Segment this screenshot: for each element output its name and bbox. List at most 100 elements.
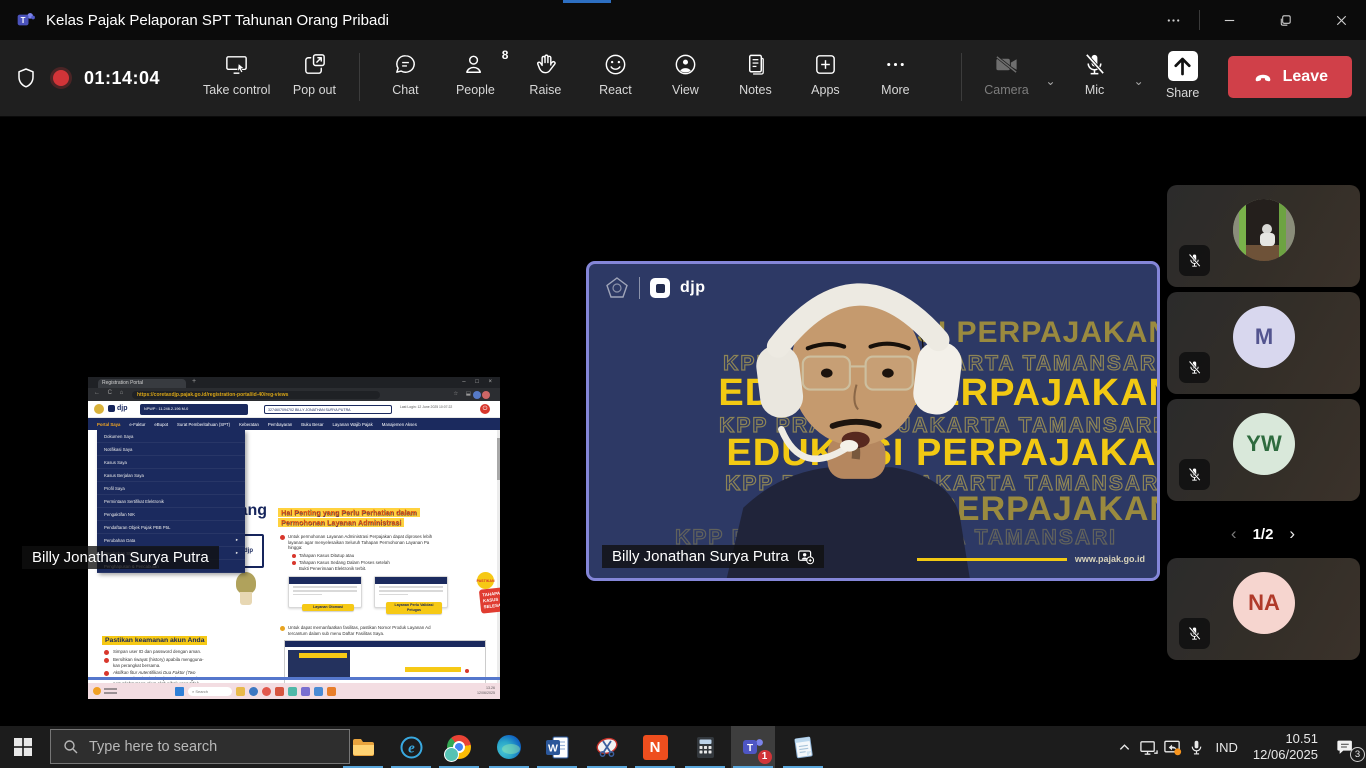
mic-muted-indicator: [1179, 459, 1210, 490]
shared-desktop-taskbar: ⌕ Search 13.26 12/06/2025: [88, 683, 500, 699]
meeting-timer: 01:14:04: [84, 68, 160, 89]
teams-notification-badge: 1: [758, 750, 772, 764]
tray-time: 10.51: [1285, 731, 1318, 746]
svg-text:T: T: [746, 743, 752, 754]
taskbar-app-edge[interactable]: [487, 726, 531, 768]
edge-icon: [497, 735, 522, 760]
notes-button[interactable]: Notes: [720, 49, 790, 99]
taskbar-app-notepad[interactable]: [781, 726, 825, 768]
participant-tile-yw[interactable]: YW: [1167, 399, 1360, 501]
taskbar-app-snipping-tool[interactable]: [585, 726, 629, 768]
search-placeholder: Type here to search: [89, 739, 217, 755]
taskbar-app-word[interactable]: W: [535, 726, 579, 768]
react-button[interactable]: React: [580, 49, 650, 99]
camera-options-chevron[interactable]: ⌄: [1042, 74, 1060, 88]
teams-meeting-window: T Kelas Pajak Pelaporan SPT Tahunan Oran…: [0, 0, 1366, 768]
camera-button[interactable]: Camera: [972, 49, 1042, 99]
svg-text:T: T: [21, 16, 26, 25]
bullet-1-marker: [280, 535, 285, 540]
djp-site-header: djp NPWP : 11.246.2-196 M-0 327460709470…: [88, 401, 500, 418]
restore-button[interactable]: [1262, 0, 1308, 40]
participant-tile-photo[interactable]: [1167, 185, 1360, 287]
participant-initials-avatar: YW: [1233, 413, 1295, 475]
start-button[interactable]: [0, 726, 46, 768]
raise-hand-button[interactable]: Raise: [510, 49, 580, 99]
participant-tile-m[interactable]: M: [1167, 292, 1360, 394]
participant-pager: ‹ 1/2 ›: [1204, 520, 1322, 548]
mic-options-chevron[interactable]: ⌄: [1130, 74, 1148, 88]
security-bullet-marker: [104, 650, 109, 655]
meeting-toolbar: 01:14:04 Take control Pop out: [0, 40, 1366, 117]
taskbar-app-chrome[interactable]: [437, 726, 481, 768]
tahapan-kasus-selesai-badge: TAHAPAN KASUS SELESAI: [479, 586, 500, 613]
mic-muted-indicator: [1179, 352, 1210, 383]
security-bullet-marker: [104, 671, 109, 676]
sub-bullet-2: Tahapan Kasus Sedang Dalam Proses setela…: [299, 560, 479, 566]
view-button[interactable]: View: [650, 49, 720, 99]
take-control-icon: [223, 51, 250, 78]
presenter-person: [619, 264, 1099, 578]
menu-item: Dokumen Saya: [97, 430, 245, 443]
toolbar-divider: [359, 53, 360, 101]
chrome-sharing-badge: [444, 747, 459, 762]
mini-browser-tabstrip: Registration Portal + – □ ×: [88, 377, 500, 388]
presenter-video-tile[interactable]: EDUKASI PERPAJAKAN KPP PRATAMA JAKARTA T…: [586, 261, 1160, 581]
mini-search-pill: ⌕ Search: [188, 687, 232, 696]
npwp-chip: NPWP : 11.246.2-196 M-0: [140, 404, 248, 415]
logout-icon: ⏻: [480, 404, 490, 414]
tray-screenshare-icon[interactable]: [1161, 726, 1185, 768]
mini-browser-newtab-icon: +: [192, 378, 196, 385]
menu-item: Pengaktifan NIK: [97, 508, 245, 521]
sub-bullet-marker: [292, 554, 296, 558]
action-center-button[interactable]: 3: [1326, 726, 1366, 768]
taskbar-app-teams[interactable]: T 1: [731, 726, 775, 768]
minimize-button[interactable]: [1206, 0, 1252, 40]
mini-browser-url: https://coretaxdjp.pajak.go.id/registrat…: [132, 391, 380, 399]
tray-clock[interactable]: 10.51 12/06/2025: [1245, 731, 1326, 763]
video-presenter-label: Billy Jonathan Surya Putra: [602, 545, 824, 568]
video-website-row: www.pajak.go.id: [917, 554, 1145, 564]
apps-button[interactable]: Apps: [790, 49, 860, 99]
tray-microphone-icon[interactable]: [1185, 726, 1209, 768]
take-control-button[interactable]: Take control: [194, 49, 279, 99]
taskbar-app-nitro-pdf[interactable]: N: [633, 726, 677, 768]
tray-language-indicator[interactable]: IND: [1209, 740, 1245, 755]
nitro-pdf-icon: N: [643, 735, 668, 760]
card-1-caption: Layanan Otomasi: [302, 604, 354, 611]
more-button[interactable]: More: [860, 49, 930, 99]
share-button[interactable]: Share: [1148, 49, 1218, 102]
mic-muted-indicator: [1179, 245, 1210, 276]
hang-up-icon: [1252, 66, 1274, 88]
people-button[interactable]: 8 People: [440, 49, 510, 99]
tray-overflow-chevron[interactable]: [1113, 726, 1137, 768]
pager-next-button[interactable]: ›: [1289, 524, 1295, 544]
svg-text:W: W: [548, 742, 558, 754]
mini-browser-scrollbar: [497, 430, 500, 683]
teams-logo-icon: T: [16, 10, 36, 30]
titlebar-more-button[interactable]: [1150, 0, 1196, 40]
kemenkeu-pentagon-icon: [605, 276, 629, 300]
leave-button[interactable]: Leave: [1228, 56, 1352, 98]
recording-indicator: [53, 70, 69, 86]
pop-out-button[interactable]: Pop out: [279, 49, 349, 99]
mic-button[interactable]: Mic: [1060, 49, 1130, 99]
taskbar-app-internet-explorer[interactable]: e: [389, 726, 433, 768]
tray-network-icon[interactable]: [1137, 726, 1161, 768]
taskbar-search-input[interactable]: Type here to search: [50, 729, 350, 764]
internet-explorer-icon: e: [399, 735, 424, 760]
meeting-safety-shield-icon[interactable]: [14, 66, 38, 90]
screenshare-tile[interactable]: Registration Portal + – □ × ← C ⌂ https:…: [88, 377, 500, 699]
view-icon: [672, 51, 699, 78]
chat-button[interactable]: Chat: [370, 49, 440, 99]
website-text: www.pajak.go.id: [1075, 554, 1145, 564]
leave-label: Leave: [1283, 68, 1328, 86]
taskbar-app-file-explorer[interactable]: [341, 726, 385, 768]
spotlight-icon: [797, 548, 814, 565]
security-item-1: Simpan user ID dan password dengan aman.: [113, 649, 263, 655]
participant-tile-na[interactable]: NA: [1167, 558, 1360, 660]
djp-logo-text: djp: [680, 279, 706, 297]
taskbar-app-calculator[interactable]: [683, 726, 727, 768]
close-button[interactable]: [1318, 0, 1364, 40]
pager-prev-button[interactable]: ‹: [1231, 524, 1237, 544]
menu-item: Pendaftaran Objek Pajak PBB P5L: [97, 521, 245, 534]
